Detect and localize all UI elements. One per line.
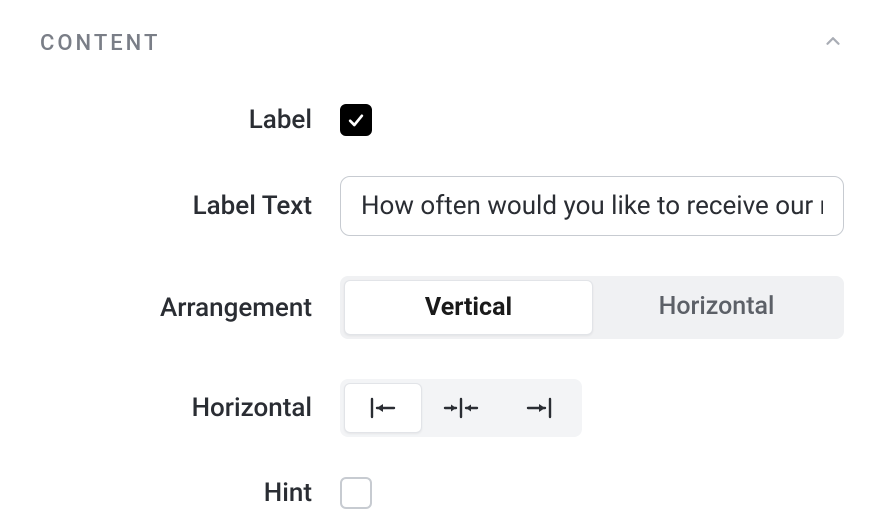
row-control — [340, 104, 844, 136]
align-left-button[interactable] — [344, 383, 422, 433]
row-horizontal: Horizontal — [40, 379, 844, 437]
collapse-toggle[interactable] — [822, 30, 844, 56]
row-arrangement: Arrangement Vertical Horizontal — [40, 276, 844, 339]
arrangement-vertical-option[interactable]: Vertical — [344, 280, 593, 335]
arrangement-horizontal-option[interactable]: Horizontal — [593, 280, 840, 335]
row-control: Vertical Horizontal — [340, 276, 844, 339]
row-label-col: Hint — [40, 478, 340, 508]
align-center-icon — [443, 396, 479, 420]
arrangement-segmented: Vertical Horizontal — [340, 276, 844, 339]
arrangement-field-label: Arrangement — [160, 293, 312, 323]
row-label-col: Label Text — [40, 191, 340, 221]
hint-field-label: Hint — [264, 478, 312, 508]
label-checkbox[interactable] — [340, 104, 372, 136]
align-right-button[interactable] — [500, 383, 578, 433]
label-text-field-label: Label Text — [193, 191, 312, 221]
row-control — [340, 176, 844, 236]
chevron-up-icon — [822, 30, 844, 52]
hint-checkbox[interactable] — [340, 477, 372, 509]
align-center-button[interactable] — [422, 383, 500, 433]
row-label-col: Arrangement — [40, 293, 340, 323]
label-text-input[interactable] — [340, 176, 844, 236]
align-right-icon — [524, 396, 554, 420]
row-control — [340, 477, 844, 509]
row-label-col: Label — [40, 105, 340, 135]
align-left-icon — [368, 396, 398, 420]
row-control — [340, 379, 844, 437]
label-field-label: Label — [249, 105, 312, 135]
horizontal-field-label: Horizontal — [192, 393, 312, 423]
row-hint: Hint — [40, 477, 844, 509]
horizontal-align-group — [340, 379, 582, 437]
row-label-text: Label Text — [40, 176, 844, 236]
section-header: CONTENT — [40, 30, 844, 56]
section-title: CONTENT — [40, 31, 160, 56]
check-icon — [346, 110, 366, 130]
row-label: Label — [40, 104, 844, 136]
row-label-col: Horizontal — [40, 393, 340, 423]
